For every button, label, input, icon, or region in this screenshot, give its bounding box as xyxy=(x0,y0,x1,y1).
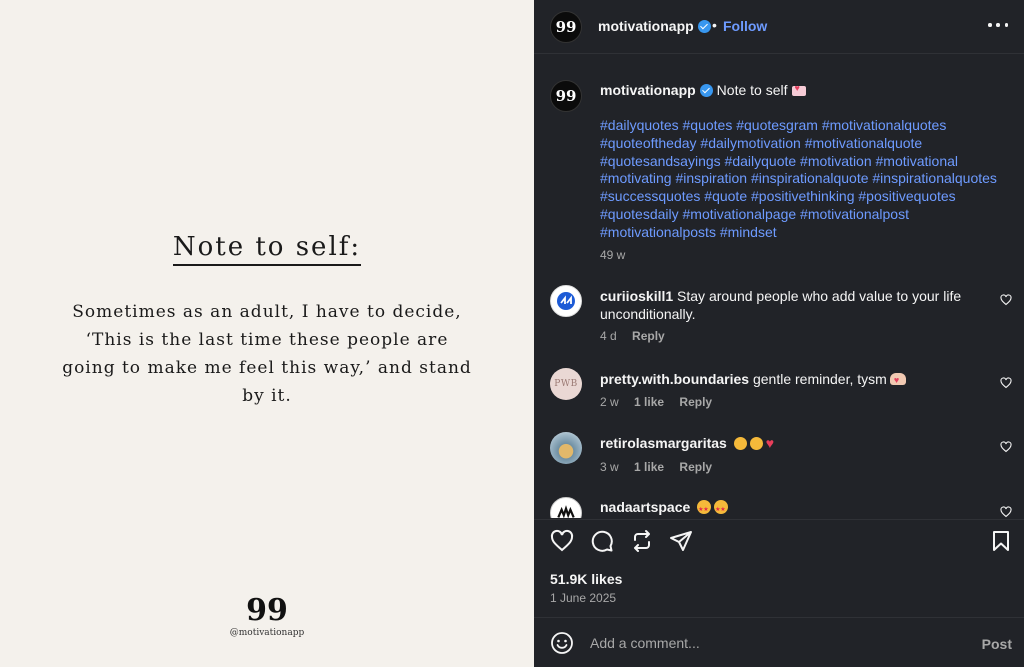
comment-avatar[interactable] xyxy=(550,285,582,317)
author-avatar[interactable]: 99 xyxy=(550,11,582,43)
comment-body: retirolasmargaritas ♥ xyxy=(600,434,990,452)
comment-input[interactable] xyxy=(590,629,960,657)
comment-avatar[interactable] xyxy=(550,432,582,464)
caption-username[interactable]: motivationapp xyxy=(600,82,696,98)
curiio-logo-icon xyxy=(557,292,575,310)
comment-like-heart-icon[interactable] xyxy=(1000,294,1012,306)
save-bookmark-icon[interactable] xyxy=(989,529,1013,553)
like-heart-icon[interactable] xyxy=(550,529,574,553)
more-options-icon[interactable] xyxy=(988,17,1008,33)
love-letter-emoji-icon xyxy=(791,83,806,96)
comment-text: gentle reminder, tysm xyxy=(752,371,887,387)
image-handle: @motivationapp xyxy=(229,628,305,638)
comment-divider xyxy=(534,617,1024,618)
star-struck-emoji-icon xyxy=(714,500,729,518)
comment-time[interactable]: 3 w xyxy=(600,460,619,474)
nada-logo-icon xyxy=(557,505,575,518)
comment-avatar[interactable] xyxy=(550,497,582,518)
comment-meta: 2 w 1 like Reply xyxy=(600,395,724,409)
reply-button[interactable]: Reply xyxy=(632,329,665,343)
header-divider xyxy=(534,53,1024,54)
comment-likes[interactable]: 1 like xyxy=(634,460,664,474)
post-image[interactable]: Note to self: Sometimes as an adult, I h… xyxy=(0,0,534,667)
note-title: Note to self: xyxy=(0,232,534,266)
caption-avatar[interactable]: 99 xyxy=(550,80,582,112)
verified-badge-icon xyxy=(699,84,713,97)
post-side-panel: 99 motivationapp • Follow 99 motivationa… xyxy=(534,0,1024,667)
author-username[interactable]: motivationapp xyxy=(598,18,711,34)
red-heart-emoji-icon: ♥ xyxy=(765,435,775,451)
header-separator: • xyxy=(712,17,717,33)
reply-button[interactable]: Reply xyxy=(679,460,712,474)
comment-time[interactable]: 2 w xyxy=(600,395,619,409)
comment-likes[interactable]: 1 like xyxy=(634,395,664,409)
quote-mark-logo: 99 xyxy=(246,593,288,628)
note-body: Sometimes as an adult, I have to decide,… xyxy=(62,302,472,406)
author-username-text[interactable]: motivationapp xyxy=(598,18,694,34)
star-struck-emoji-icon xyxy=(697,500,712,518)
comment-body: curiioskill1 Stay around people who add … xyxy=(600,287,990,323)
post-date: 1 June 2025 xyxy=(550,591,617,605)
emoji-picker-icon[interactable] xyxy=(550,631,574,655)
comment-meta: 3 w 1 like Reply xyxy=(600,460,724,474)
actions-divider xyxy=(534,519,1024,520)
comment-username[interactable]: pretty.with.boundaries xyxy=(600,371,749,387)
raising-hands-emoji-icon xyxy=(749,437,763,450)
repost-icon[interactable] xyxy=(630,529,654,553)
comment-clipped: nadaartspace xyxy=(534,490,1024,518)
comment-like-heart-icon[interactable] xyxy=(1000,441,1012,453)
comment-username[interactable]: nadaartspace xyxy=(600,499,690,515)
comment-username[interactable]: retirolasmargaritas xyxy=(600,435,727,451)
comment-bubble-icon[interactable] xyxy=(590,529,614,553)
post-comment-button[interactable]: Post xyxy=(982,636,1012,652)
caption-line: motivationapp Note to self xyxy=(600,82,806,98)
comment-like-heart-icon[interactable] xyxy=(1000,506,1012,518)
comment-avatar[interactable]: PWB xyxy=(550,368,582,400)
comment-body: nadaartspace xyxy=(600,498,990,518)
heart-hands-emoji-icon xyxy=(889,371,906,389)
comment-body: pretty.with.boundaries gentle reminder, … xyxy=(600,370,990,389)
raising-hands-emoji-icon xyxy=(733,437,747,450)
likes-count[interactable]: 51.9K likes xyxy=(550,571,622,587)
caption-timestamp[interactable]: 49 w xyxy=(600,248,625,262)
comment-time[interactable]: 4 d xyxy=(600,329,617,343)
follow-button[interactable]: Follow xyxy=(723,18,767,34)
reply-button[interactable]: Reply xyxy=(679,395,712,409)
comment-like-heart-icon[interactable] xyxy=(1000,377,1012,389)
caption-hashtags[interactable]: #dailyquotes #quotes #quotesgram #motiva… xyxy=(600,117,1010,242)
caption-text: Note to self xyxy=(716,82,788,98)
verified-badge-icon xyxy=(697,20,711,33)
share-send-icon[interactable] xyxy=(669,529,693,553)
comment-username[interactable]: curiioskill1 xyxy=(600,288,673,304)
comment-meta: 4 d Reply xyxy=(600,329,677,343)
